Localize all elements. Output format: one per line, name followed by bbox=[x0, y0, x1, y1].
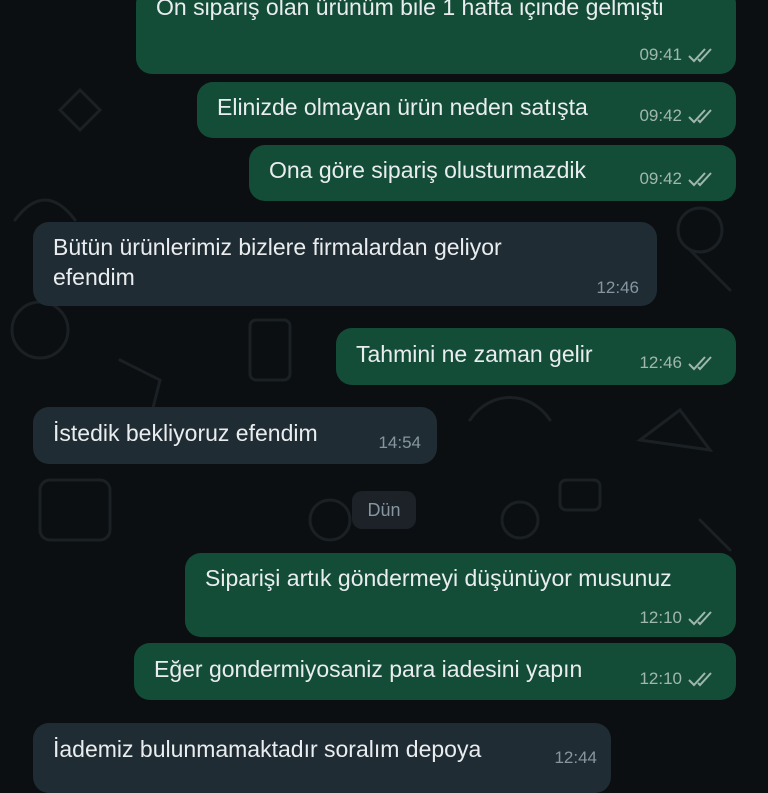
message-time: 12:46 bbox=[596, 278, 639, 297]
message-meta: 14:54 bbox=[378, 433, 421, 453]
message-time: 12:44 bbox=[554, 748, 597, 767]
double-check-icon bbox=[688, 609, 716, 627]
message-meta: 12:10 bbox=[639, 669, 716, 689]
message-meta: 09:41 bbox=[639, 45, 716, 65]
message-text: Siparişi artık göndermeyi düşünüyor musu… bbox=[205, 565, 672, 591]
message-time: 12:10 bbox=[639, 608, 682, 627]
message-text-line-1: Bütün ürünlerimiz bizlere firmalardan ge… bbox=[53, 234, 502, 260]
message-meta: 12:46 bbox=[639, 353, 716, 373]
message-text: İademiz bulunmamaktadır soralım depoya bbox=[53, 736, 482, 762]
message-bubble-incoming[interactable]: Bütün ürünlerimiz bizlere firmalardan ge… bbox=[33, 222, 657, 306]
message-bubble-outgoing[interactable]: Ona göre sipariş olusturmazdik 09:42 bbox=[249, 145, 736, 201]
message-time: 09:41 bbox=[639, 45, 682, 64]
message-meta: 12:44 bbox=[554, 748, 597, 768]
message-bubble-outgoing[interactable]: On sipariş olan ürünüm bile 1 hafta için… bbox=[136, 0, 736, 74]
message-time: 09:42 bbox=[639, 106, 682, 125]
double-check-icon bbox=[688, 46, 716, 64]
message-text: Elinizde olmayan ürün neden satışta bbox=[217, 94, 588, 120]
message-time: 09:42 bbox=[639, 169, 682, 188]
double-check-icon bbox=[688, 670, 716, 688]
double-check-icon bbox=[688, 107, 716, 125]
message-time: 14:54 bbox=[378, 433, 421, 452]
message-bubble-outgoing[interactable]: Tahmini ne zaman gelir 12:46 bbox=[336, 328, 736, 385]
message-time: 12:46 bbox=[639, 353, 682, 372]
message-meta: 12:46 bbox=[596, 278, 639, 298]
message-text: Eğer gondermiyosaniz para iadesini yapın bbox=[154, 656, 583, 682]
message-text: Tahmini ne zaman gelir bbox=[356, 341, 593, 367]
message-text: İstedik bekliyoruz efendim bbox=[53, 420, 318, 446]
date-separator: Dün bbox=[352, 491, 416, 529]
message-bubble-outgoing[interactable]: Siparişi artık göndermeyi düşünüyor musu… bbox=[185, 553, 736, 637]
message-text: On sipariş olan ürünüm bile 1 hafta için… bbox=[156, 0, 664, 20]
message-meta: 12:10 bbox=[639, 608, 716, 628]
message-bubble-outgoing[interactable]: Elinizde olmayan ürün neden satışta 09:4… bbox=[197, 82, 736, 138]
double-check-icon bbox=[688, 354, 716, 372]
message-text: Ona göre sipariş olusturmazdik bbox=[269, 157, 587, 183]
message-text-line-2: efendim bbox=[53, 264, 135, 290]
message-time: 12:10 bbox=[639, 669, 682, 688]
double-check-icon bbox=[688, 170, 716, 188]
message-bubble-outgoing[interactable]: Eğer gondermiyosaniz para iadesini yapın… bbox=[134, 643, 736, 700]
message-bubble-incoming[interactable]: İstedik bekliyoruz efendim 14:54 bbox=[33, 407, 437, 464]
message-meta: 09:42 bbox=[639, 106, 716, 126]
message-meta: 09:42 bbox=[639, 169, 716, 189]
message-bubble-incoming[interactable]: İademiz bulunmamaktadır soralım depoya 1… bbox=[33, 723, 611, 793]
